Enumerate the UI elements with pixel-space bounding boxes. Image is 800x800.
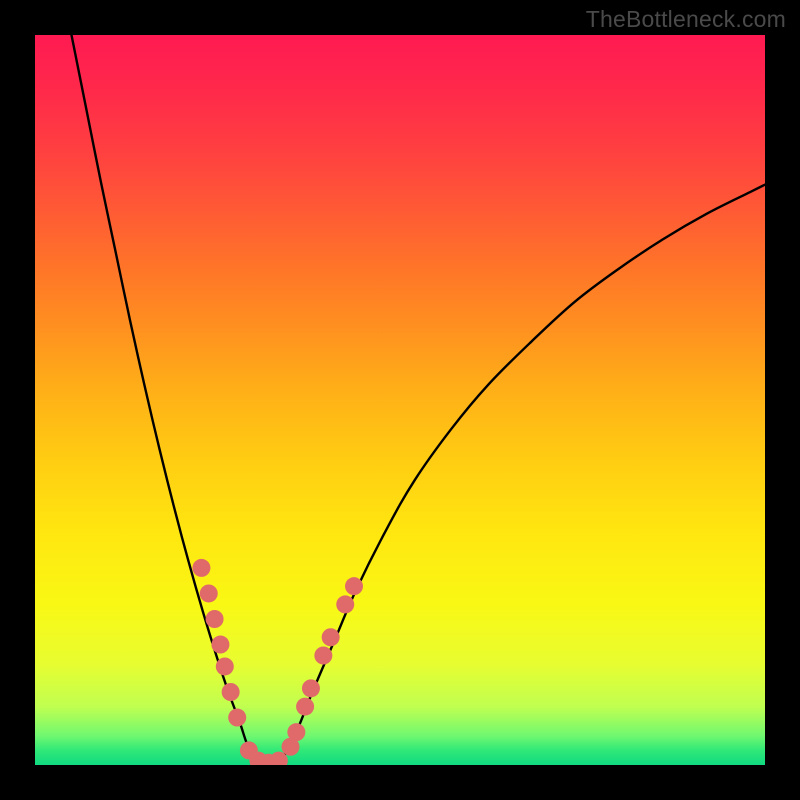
marker-point: [302, 679, 320, 697]
marker-point: [228, 709, 246, 727]
marker-point: [287, 723, 305, 741]
marker-group: [192, 559, 363, 765]
marker-point: [314, 647, 332, 665]
curve-right: [283, 185, 765, 758]
marker-point: [216, 657, 234, 675]
marker-point: [200, 584, 218, 602]
chart-frame: TheBottleneck.com: [0, 0, 800, 800]
marker-point: [345, 577, 363, 595]
marker-point: [322, 628, 340, 646]
marker-point: [336, 595, 354, 613]
chart-overlay: [35, 35, 765, 765]
marker-point: [211, 636, 229, 654]
marker-point: [222, 683, 240, 701]
marker-point: [192, 559, 210, 577]
marker-point: [206, 610, 224, 628]
marker-point: [296, 698, 314, 716]
watermark-text: TheBottleneck.com: [586, 6, 786, 33]
